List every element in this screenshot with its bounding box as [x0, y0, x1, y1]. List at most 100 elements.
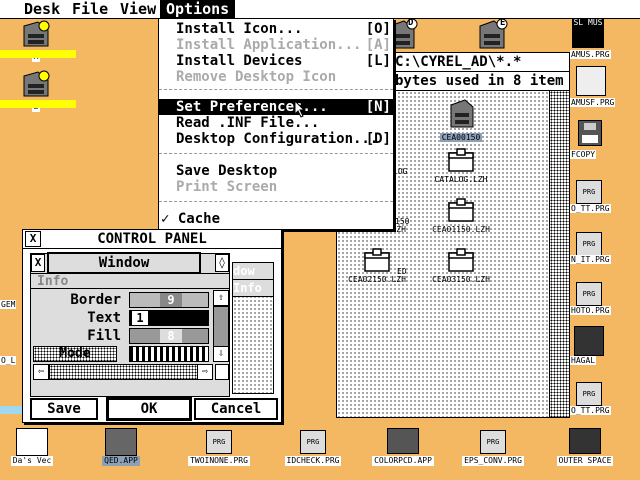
menu-item-desktop-configuration[interactable]: Desktop Configuration... [D] — [159, 131, 393, 147]
menu-item-install-icon[interactable]: Install Icon... [O] — [159, 21, 393, 37]
size-box-icon[interactable] — [215, 364, 229, 380]
menu-desk[interactable]: Desk — [18, 0, 66, 18]
menu-item-install-devices[interactable]: Install Devices [L] — [159, 53, 393, 69]
text-slider[interactable]: 1 — [129, 310, 209, 326]
das-vec-icon[interactable]: Da's Vec — [2, 428, 62, 466]
scroll-right-icon[interactable]: ⇨ — [197, 364, 213, 380]
menu-item-remove-desktop-icon: Remove Desktop Icon — [159, 69, 393, 85]
menu-item-read-inf-file[interactable]: Read .INF File... — [159, 115, 393, 131]
ott-label: O_TT.PRG — [570, 204, 611, 213]
prg-icon[interactable]: PRG — [576, 232, 602, 256]
menu-item-set-preferences[interactable]: Set Preferences... [N] — [159, 99, 393, 115]
drive-e-icon[interactable]: E — [466, 18, 518, 54]
menu-item-label: Desktop Configuration... — [176, 131, 379, 147]
border-value[interactable]: 9 — [160, 293, 182, 307]
file-icon[interactable]: CEA00150 — [419, 97, 503, 142]
camera-icon — [387, 428, 419, 454]
file-label: CATALOG.LZH — [434, 175, 488, 184]
menu-item-cache[interactable]: ✓ Cache — [159, 211, 393, 227]
close-icon[interactable]: X — [31, 254, 45, 272]
border-label: Border — [70, 292, 121, 308]
spaceship-icon — [569, 428, 601, 454]
close-icon[interactable]: X — [25, 231, 41, 247]
vector-icon — [16, 428, 48, 456]
scroll-left-icon[interactable]: ⇦ — [33, 364, 49, 380]
window-element-button[interactable]: Window — [47, 252, 201, 274]
partial-icon-label-ol: O_L — [0, 356, 17, 365]
qed-app-label: QED.APP — [102, 456, 140, 466]
mode-selector[interactable] — [129, 346, 209, 362]
hoto-label: HOTO.PRG — [570, 306, 611, 315]
preview-window-title: dow — [233, 263, 273, 280]
prg-icon: PRG — [300, 430, 326, 454]
file-icon[interactable]: CATALOG.LZH — [419, 147, 503, 184]
vertical-scroll-track[interactable] — [213, 306, 229, 350]
idcheck-icon[interactable]: PRG IDCHECK.PRG — [274, 428, 352, 466]
menu-item-save-desktop[interactable]: Save Desktop — [159, 163, 393, 179]
qed-app-icon[interactable]: QED.APP — [88, 428, 154, 466]
horizontal-scroll-track[interactable] — [49, 364, 201, 380]
mode-label[interactable]: Mode — [33, 346, 117, 362]
drive-b-highlight — [0, 100, 76, 108]
eps-conv-icon[interactable]: PRG EPS_CONV.PRG — [454, 428, 532, 466]
twoinone-icon[interactable]: PRG TWOINONE.PRG — [180, 428, 258, 466]
control-panel-title[interactable]: CONTROL PANEL — [23, 230, 281, 249]
prg-icon: PRG — [206, 430, 232, 454]
prg-icon: PRG — [480, 430, 506, 454]
file-icon[interactable]: CEA02150.LZH — [337, 247, 419, 284]
menu-item-install-application: Install Application... [A] — [159, 37, 393, 53]
file-icon[interactable]: CEA01150.LZH — [419, 197, 503, 234]
prg-icon[interactable]: PRG — [576, 282, 602, 306]
file-label: CEA03150.LZH — [432, 275, 490, 284]
menu-separator — [159, 153, 393, 154]
typewriter-icon — [105, 428, 137, 456]
cancel-button[interactable]: Cancel — [194, 398, 278, 420]
shortcut-label: [A] — [365, 37, 391, 53]
cabinet-icon — [479, 18, 508, 49]
colorpcd-label: COLORPCD.APP — [372, 456, 434, 466]
shortcut-label: [L] — [365, 53, 391, 69]
info-line: Info — [31, 273, 229, 289]
border-slider[interactable]: 9 — [129, 292, 209, 308]
menu-item-label: Save Desktop — [176, 163, 278, 179]
preview-window-info: Info — [233, 280, 273, 297]
scroll-up-icon[interactable]: ⇧ — [213, 290, 229, 306]
partial-file-label: 150 — [395, 217, 410, 226]
colorpcd-icon[interactable]: COLORPCD.APP — [364, 428, 442, 466]
menu-item-print-screen: Print Screen — [159, 179, 393, 195]
program-icon[interactable] — [576, 66, 606, 96]
cabinet-icon — [23, 20, 50, 47]
fill-value[interactable]: 8 — [160, 329, 182, 343]
save-button[interactable]: Save — [30, 398, 98, 420]
menu-item-label: Print Screen — [176, 179, 278, 195]
prg-icon[interactable]: PRG — [576, 180, 602, 204]
hagal-label: HAGAL — [570, 356, 597, 365]
mouse-pointer-icon — [294, 100, 306, 118]
prg-icon[interactable]: PRG — [576, 382, 602, 406]
menu-bar: Desk File View Options — [0, 0, 640, 19]
drive-a-highlight — [0, 50, 76, 58]
fill-label: Fill — [87, 328, 121, 344]
menu-options[interactable]: Options — [160, 0, 236, 18]
scroll-down-icon[interactable]: ⇩ — [213, 346, 229, 362]
menu-item-label: Install Application... — [176, 37, 362, 53]
nit-label: N_IT.PRG — [570, 255, 611, 264]
slmus-icon[interactable]: SL MUS — [568, 18, 608, 48]
text-value[interactable]: 1 — [132, 311, 148, 325]
options-menu: Install Icon... [O] Install Application..… — [158, 18, 394, 230]
twoinone-label: TWOINONE.PRG — [188, 456, 250, 466]
floppy-icon[interactable] — [578, 120, 602, 146]
fill-slider[interactable]: 8 — [129, 328, 209, 344]
outer-space-icon[interactable]: OUTER SPACE — [546, 428, 624, 466]
ott2-label: O_TT.PRG — [570, 406, 611, 415]
hagal-icon[interactable] — [574, 326, 604, 356]
file-label: CEA02150.LZH — [348, 275, 406, 284]
file-icon[interactable]: CEA03150.LZH — [419, 247, 503, 284]
menu-file[interactable]: File — [66, 0, 114, 18]
directory-vertical-scrollbar[interactable] — [549, 91, 569, 417]
ok-button[interactable]: OK — [106, 397, 192, 421]
menu-view[interactable]: View — [114, 0, 162, 18]
fuller-icon[interactable]: ◊ — [215, 254, 229, 272]
outer-space-label: OUTER SPACE — [556, 456, 614, 466]
quill-icon: SL MUS — [572, 18, 604, 48]
